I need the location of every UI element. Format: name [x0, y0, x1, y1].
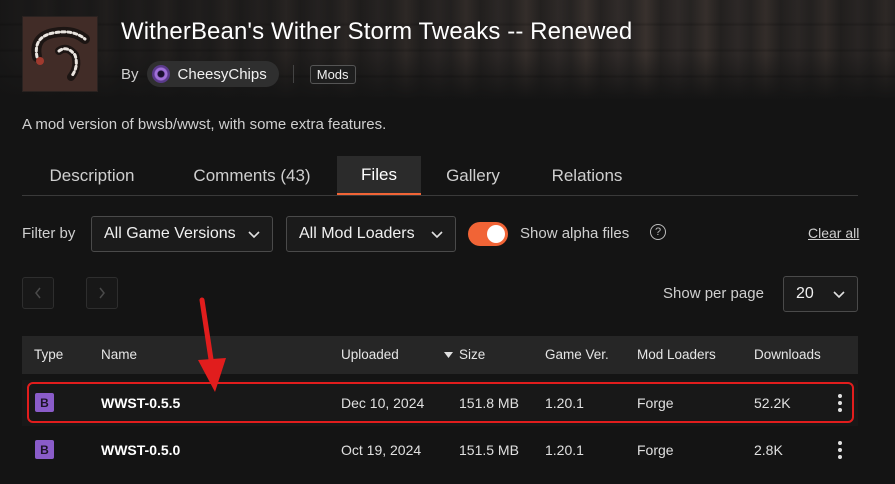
header-game-version[interactable]: Game Ver.: [545, 347, 609, 362]
header-mod-loaders: Mod Loaders: [637, 347, 716, 362]
show-alpha-label: Show alpha files: [520, 225, 630, 242]
chevron-down-icon: [248, 231, 260, 239]
beta-badge: B: [35, 393, 54, 412]
author-row: By CheesyChips Mods: [121, 61, 356, 87]
tab-description[interactable]: Description: [22, 156, 162, 195]
chevron-left-icon: [35, 287, 41, 299]
file-downloads: 52.2K: [754, 395, 791, 411]
file-mod-loader: Forge: [637, 395, 674, 411]
file-size: 151.5 MB: [459, 442, 519, 458]
by-label: By: [121, 65, 139, 83]
prev-page-button[interactable]: [22, 277, 54, 309]
tab-comments[interactable]: Comments (43): [172, 156, 332, 195]
header-type: Type: [34, 347, 64, 362]
file-downloads: 2.8K: [754, 442, 783, 458]
file-size: 151.8 MB: [459, 395, 519, 411]
filter-by-label: Filter by: [22, 225, 76, 242]
per-page-value: 20: [796, 285, 814, 302]
tab-files[interactable]: Files: [337, 156, 421, 195]
file-game-version: 1.20.1: [545, 442, 584, 458]
chevron-down-icon: [833, 291, 845, 299]
sort-down-icon[interactable]: [444, 352, 453, 358]
mod-loader-select[interactable]: All Mod Loaders: [286, 216, 456, 252]
tab-relations[interactable]: Relations: [532, 156, 642, 195]
project-summary: A mod version of bwsb/wwst, with some ex…: [22, 116, 387, 133]
clear-all-link[interactable]: Clear all: [808, 225, 859, 241]
project-title: WitherBean's Wither Storm Tweaks -- Rene…: [121, 18, 633, 45]
header-name[interactable]: Name: [101, 347, 137, 362]
header-size[interactable]: Size: [459, 347, 485, 362]
file-name[interactable]: WWST-0.5.5: [101, 395, 180, 411]
next-page-button[interactable]: [86, 277, 118, 309]
category-tag[interactable]: Mods: [309, 64, 356, 84]
game-version-select[interactable]: All Game Versions: [91, 216, 273, 252]
file-mod-loader: Forge: [637, 442, 674, 458]
author-name: CheesyChips: [177, 65, 267, 83]
header-uploaded[interactable]: Uploaded: [341, 347, 399, 362]
author-avatar: [151, 65, 170, 83]
divider: [292, 65, 294, 83]
kebab-menu-icon[interactable]: [836, 392, 844, 414]
file-uploaded: Dec 10, 2024: [341, 395, 425, 411]
help-icon[interactable]: ?: [650, 224, 666, 240]
table-row[interactable]: B WWST-0.5.5 Dec 10, 2024 151.8 MB 1.20.…: [22, 380, 858, 426]
game-version-value: All Game Versions: [104, 225, 236, 242]
mod-loader-value: All Mod Loaders: [299, 225, 415, 242]
chevron-down-icon: [431, 231, 443, 239]
per-page-label: Show per page: [663, 285, 764, 302]
file-name[interactable]: WWST-0.5.0: [101, 442, 180, 458]
tab-bar: Description Comments (43) Files Gallery …: [22, 156, 858, 196]
table-row[interactable]: B WWST-0.5.0 Oct 19, 2024 151.5 MB 1.20.…: [22, 427, 858, 473]
file-game-version: 1.20.1: [545, 395, 584, 411]
author-chip[interactable]: CheesyChips: [146, 61, 279, 87]
per-page-select[interactable]: 20: [783, 276, 858, 312]
project-logo: [22, 16, 98, 92]
files-table-header: Type Name Uploaded Size Game Ver. Mod Lo…: [22, 336, 858, 374]
file-uploaded: Oct 19, 2024: [341, 442, 422, 458]
show-alpha-toggle[interactable]: [468, 222, 508, 246]
tab-gallery[interactable]: Gallery: [427, 156, 519, 195]
kebab-menu-icon[interactable]: [836, 439, 844, 461]
header-downloads[interactable]: Downloads: [754, 347, 821, 362]
chevron-right-icon: [99, 287, 105, 299]
beta-badge: B: [35, 440, 54, 459]
